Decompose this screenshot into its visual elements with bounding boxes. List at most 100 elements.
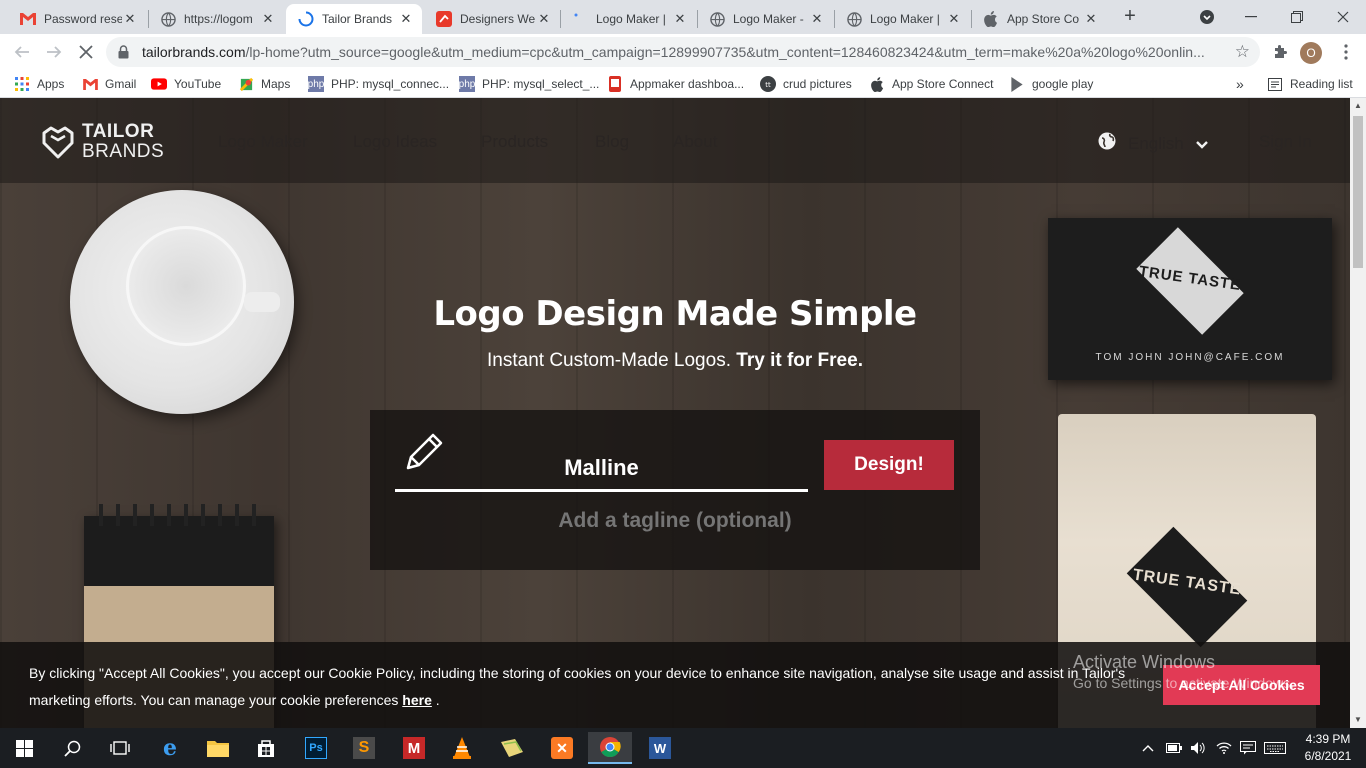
windows-start-icon[interactable] — [2, 732, 46, 764]
cookie-preferences-link[interactable]: here — [402, 692, 432, 708]
show-hidden-icons-chevron-icon[interactable] — [1142, 728, 1154, 768]
bookmark-star-icon[interactable]: ☆ — [1235, 42, 1250, 62]
close-tab-icon[interactable]: ✕ — [536, 11, 552, 27]
bookmark-crud-pictures[interactable]: tt crud pictures — [760, 75, 852, 93]
forward-arrow-icon[interactable] — [40, 38, 68, 66]
nav-logo-maker[interactable]: Logo Maker — [218, 132, 308, 152]
reading-list-icon — [1267, 76, 1283, 92]
crud-icon: tt — [760, 76, 776, 92]
scroll-up-arrow-icon[interactable]: ▲ — [1350, 98, 1366, 114]
tab-logom[interactable]: https://logom ✕ — [148, 4, 284, 34]
bookmark-maps[interactable]: Maps — [238, 75, 290, 93]
bookmark-app-store-connect[interactable]: App Store Connect — [869, 75, 993, 93]
bookmark-php-select[interactable]: php PHP: mysql_select_... — [459, 75, 599, 93]
photoshop-icon[interactable]: Ps — [294, 732, 338, 764]
tagline-input[interactable] — [395, 506, 955, 536]
m-app-icon[interactable]: M — [392, 732, 436, 764]
back-arrow-icon[interactable] — [8, 38, 36, 66]
nav-about[interactable]: About — [673, 132, 717, 152]
svg-text:tt: tt — [765, 81, 771, 89]
reading-list-button[interactable]: Reading list — [1267, 75, 1353, 93]
close-tab-icon[interactable]: ✕ — [809, 11, 825, 27]
bookmark-google-play[interactable]: google play — [1009, 75, 1093, 93]
edge-icon[interactable]: e — [148, 732, 192, 764]
close-tab-icon[interactable]: ✕ — [122, 11, 138, 27]
close-tab-icon[interactable]: ✕ — [946, 11, 962, 27]
volume-icon[interactable] — [1190, 728, 1206, 768]
browser-tab-strip: Password rese ✕ https://logom ✕ Tailor B… — [0, 0, 1366, 34]
bookmark-php-connect[interactable]: php PHP: mysql_connec... — [308, 75, 449, 93]
nav-logo-ideas[interactable]: Logo Ideas — [353, 132, 437, 152]
logo-line2: BRANDS — [82, 141, 165, 162]
notebook-cover — [84, 516, 274, 586]
bookmark-youtube[interactable]: YouTube — [151, 75, 221, 93]
cookie-text: By clicking "Accept All Cookies", you ac… — [29, 665, 1126, 708]
address-bar[interactable]: tailorbrands.com/lp-home?utm_source=goog… — [106, 37, 1260, 67]
minimize-window-icon[interactable] — [1228, 0, 1274, 34]
notifications-icon[interactable] — [1240, 728, 1256, 768]
sign-in-link[interactable]: Sign In — [1259, 132, 1312, 152]
scrollbar-thumb[interactable] — [1353, 116, 1363, 268]
wifi-icon[interactable] — [1216, 728, 1232, 768]
php-icon: php — [459, 76, 475, 92]
design-button[interactable]: Design! — [824, 440, 954, 490]
browser-menu-icon[interactable] — [1334, 40, 1358, 64]
windows-taskbar: e Ps S M ✕ W 4:39 PM 6/8/2021 — [0, 728, 1366, 768]
page-scrollbar[interactable]: ▲ ▼ — [1350, 98, 1366, 728]
nav-blog[interactable]: Blog — [595, 132, 629, 152]
google-play-icon — [1009, 76, 1025, 92]
url-text[interactable]: tailorbrands.com/lp-home?utm_source=goog… — [142, 44, 1222, 60]
restore-window-icon[interactable] — [1274, 0, 1320, 34]
bookmark-apps[interactable]: Apps — [14, 75, 64, 93]
stop-loading-icon[interactable] — [72, 38, 100, 66]
sticky-notes-icon[interactable] — [490, 732, 534, 764]
designers-icon — [436, 11, 452, 27]
profile-avatar[interactable]: O — [1300, 42, 1322, 64]
tab-tailor-brands[interactable]: Tailor Brands ✕ — [286, 4, 422, 34]
web-page: TRUE TASTE TOM JOHN JOHN@CAFE.COM TRUE T… — [0, 98, 1350, 728]
new-tab-button[interactable]: + — [1118, 5, 1142, 29]
microsoft-store-icon[interactable] — [244, 732, 288, 764]
tab-password-reset[interactable]: Password rese ✕ — [8, 4, 146, 34]
language-selector[interactable]: English — [1098, 132, 1208, 155]
tailor-brands-logo-icon — [40, 124, 76, 160]
language-label: English — [1128, 133, 1184, 153]
tailor-brands-logo[interactable]: TAILOR BRANDS — [40, 122, 164, 162]
gmail-icon — [20, 11, 36, 27]
chrome-icon[interactable] — [588, 732, 632, 764]
nav-products[interactable]: Products — [481, 132, 548, 152]
lock-icon[interactable] — [118, 45, 129, 64]
globe-icon — [846, 11, 862, 27]
xampp-icon[interactable]: ✕ — [540, 732, 584, 764]
tab-designers[interactable]: Designers We ✕ — [424, 4, 560, 34]
bookmark-gmail[interactable]: Gmail — [82, 75, 136, 93]
tab-app-store[interactable]: App Store Co ✕ — [971, 4, 1107, 34]
system-clock[interactable]: 4:39 PM 6/8/2021 — [1300, 731, 1356, 765]
touch-keyboard-icon[interactable] — [1264, 728, 1286, 768]
notebook-rings — [94, 504, 264, 526]
tab-logo-maker-1[interactable]: Logo Maker | ✕ — [560, 4, 696, 34]
close-window-icon[interactable] — [1320, 0, 1366, 34]
word-icon[interactable]: W — [638, 732, 682, 764]
tab-search-icon[interactable] — [1184, 0, 1230, 34]
apple-icon — [869, 76, 885, 92]
gmail-icon — [82, 76, 98, 92]
close-tab-icon[interactable]: ✕ — [398, 11, 414, 27]
tab-logo-maker-3[interactable]: Logo Maker | ✕ — [834, 4, 970, 34]
brand-name-input[interactable] — [395, 446, 808, 492]
bookmarks-overflow-chevron[interactable]: » — [1236, 75, 1244, 93]
vlc-icon[interactable] — [440, 732, 484, 764]
tab-logo-maker-2[interactable]: Logo Maker - ✕ — [697, 4, 833, 34]
logo-line1: TAILOR — [82, 121, 155, 142]
sublime-text-icon[interactable]: S — [342, 732, 386, 764]
task-view-icon[interactable] — [98, 732, 142, 764]
battery-icon[interactable] — [1166, 728, 1182, 768]
search-icon[interactable] — [50, 732, 94, 764]
extensions-puzzle-icon[interactable] — [1268, 40, 1292, 64]
close-tab-icon[interactable]: ✕ — [260, 11, 276, 27]
close-tab-icon[interactable]: ✕ — [672, 11, 688, 27]
bookmark-appmaker[interactable]: Appmaker dashboa... — [607, 75, 744, 93]
file-explorer-icon[interactable] — [196, 732, 240, 764]
close-tab-icon[interactable]: ✕ — [1083, 11, 1099, 27]
scroll-down-arrow-icon[interactable]: ▼ — [1350, 712, 1366, 728]
